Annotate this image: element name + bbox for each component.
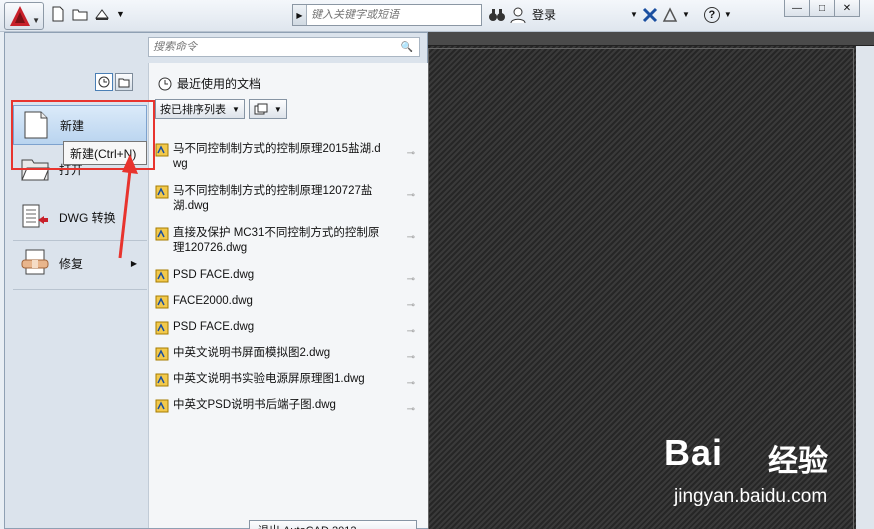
stay-connected-icon[interactable] <box>662 6 678 23</box>
autocad-logo-icon <box>10 6 30 26</box>
chevron-down-icon: ▼ <box>32 16 40 25</box>
pin-icon[interactable]: ⊸ <box>407 232 415 243</box>
recent-file-name: 中英文PSD说明书后端子图.dwg <box>173 399 336 411</box>
application-button[interactable]: ▼ <box>4 2 44 30</box>
save-icon[interactable] <box>94 6 110 22</box>
dwg-file-icon <box>155 399 169 413</box>
annotation-arrow-icon <box>118 154 138 259</box>
exit-button[interactable]: 退出 AutoCAD 2012 <box>249 520 417 529</box>
chevron-down-icon[interactable]: ▼ <box>724 10 732 19</box>
recent-file-name: PSD FACE.dwg <box>173 321 255 333</box>
sort-label: 按已排序列表 <box>160 104 226 116</box>
sort-controls: 按已排序列表 ▼ ▼ <box>155 99 287 119</box>
pin-icon[interactable]: ⊸ <box>407 190 415 201</box>
pin-icon[interactable]: ⊸ <box>407 378 415 389</box>
keyword-search-input[interactable] <box>307 9 477 21</box>
dwg-file-icon <box>155 347 169 361</box>
dwg-file-icon <box>155 269 169 283</box>
dwg-file-icon <box>155 295 169 309</box>
folder-icon <box>118 78 130 88</box>
recent-file-list: 马不同控制制方式的控制原理2015盐湖.dwg ⊸ 马不同控制制方式的控制原理1… <box>155 139 423 421</box>
close-button[interactable]: ✕ <box>834 0 860 17</box>
watermark-url: jingyan.baidu.com <box>674 486 828 507</box>
display-mode-dropdown[interactable]: ▼ <box>248 99 287 119</box>
recent-file-name: FACE2000.dwg <box>173 295 253 307</box>
recent-documents-header: 最近使用的文档 <box>157 75 261 92</box>
command-search-input[interactable] <box>149 41 399 53</box>
chevron-down-icon: ▼ <box>232 104 240 114</box>
window-controls: — □ ✕ <box>784 0 860 17</box>
chevron-down-icon[interactable]: ▼ <box>116 9 125 19</box>
maximize-button[interactable]: □ <box>809 0 835 17</box>
watermark-logo: Bai <box>664 432 724 473</box>
separator <box>13 289 147 290</box>
recent-file-item[interactable]: 中英文说明书实验电源屏原理图1.dwg ⊸ <box>155 369 423 395</box>
window-title <box>140 0 288 32</box>
exchange-icon[interactable] <box>642 7 658 23</box>
pin-icon[interactable]: ⊸ <box>407 352 415 363</box>
clock-icon <box>98 76 110 88</box>
quick-access-toolbar: ▼ <box>50 6 125 22</box>
new-file-icon[interactable] <box>50 6 66 22</box>
title-bar: ▼ ▼ ▶ 登录 ▼ ▼ ? ▼ — □ ✕ <box>0 0 874 32</box>
recent-file-name: PSD FACE.dwg <box>173 269 255 281</box>
login-label[interactable]: 登录 <box>532 6 556 23</box>
watermark-logo-cn: 经验 <box>768 445 828 478</box>
menu-item-label: DWG 转换 <box>59 210 116 225</box>
recent-file-item[interactable]: 直接及保护 MC31不同控制方式的控制原理120726.dwg ⊸ <box>155 223 423 265</box>
view-toggle <box>95 73 133 91</box>
dwg-file-icon <box>155 185 169 199</box>
recent-file-item[interactable]: FACE2000.dwg ⊸ <box>155 291 423 317</box>
recent-file-item[interactable]: 马不同控制制方式的控制原理2015盐湖.dwg ⊸ <box>155 139 423 181</box>
binoculars-icon[interactable] <box>488 7 506 23</box>
recent-file-item[interactable]: 中英文PSD说明书后端子图.dwg ⊸ <box>155 395 423 421</box>
recent-file-item[interactable]: PSD FACE.dwg ⊸ <box>155 317 423 343</box>
recent-file-name: 中英文说明书屏面模拟图2.dwg <box>173 347 331 359</box>
title-tools: 登录 ▼ ▼ ? ▼ <box>488 6 732 23</box>
pin-icon[interactable]: ⊸ <box>407 404 415 415</box>
chevron-right-icon[interactable]: ▶ <box>293 5 307 25</box>
recent-file-name: 马不同控制制方式的控制原理2015盐湖.dwg <box>173 143 381 170</box>
dwg-file-icon <box>155 143 169 157</box>
recent-file-item[interactable]: 中英文说明书屏面模拟图2.dwg ⊸ <box>155 343 423 369</box>
open-file-icon[interactable] <box>72 6 88 22</box>
dwg-file-icon <box>155 373 169 387</box>
window-icon <box>254 103 268 115</box>
chevron-down-icon[interactable]: ▼ <box>682 10 690 19</box>
clock-icon <box>158 77 172 90</box>
repair-icon <box>19 247 51 279</box>
pin-icon[interactable]: ⊸ <box>407 300 415 311</box>
recent-file-item[interactable]: PSD FACE.dwg ⊸ <box>155 265 423 291</box>
minimize-button[interactable]: — <box>784 0 810 17</box>
recent-file-name: 马不同控制制方式的控制原理120727盐湖.dwg <box>173 185 373 212</box>
dwg-file-icon <box>155 227 169 241</box>
help-icon[interactable]: ? <box>703 6 720 23</box>
chevron-down-icon[interactable]: ▼ <box>630 10 638 19</box>
recent-file-name: 直接及保护 MC31不同控制方式的控制原理120726.dwg <box>173 227 380 254</box>
open-documents-view-button[interactable] <box>115 73 133 91</box>
dwg-file-icon <box>155 321 169 335</box>
recent-documents-view-button[interactable] <box>95 73 113 91</box>
keyword-search: ▶ <box>292 4 482 26</box>
pin-icon[interactable]: ⊸ <box>407 148 415 159</box>
menu-item-label: 修复 <box>59 256 84 271</box>
dwg-convert-icon <box>19 201 51 233</box>
sort-dropdown[interactable]: 按已排序列表 ▼ <box>155 99 245 119</box>
recent-documents-title: 最近使用的文档 <box>177 77 262 91</box>
baidu-watermark: Bai 经验 jingyan.baidu.com <box>664 432 864 512</box>
command-search: 🔍 <box>148 37 420 57</box>
chevron-down-icon: ▼ <box>273 104 282 114</box>
pin-icon[interactable]: ⊸ <box>407 326 415 337</box>
pin-icon[interactable]: ⊸ <box>407 274 415 285</box>
search-icon[interactable]: 🔍 <box>399 42 415 53</box>
recent-documents-panel: 最近使用的文档 按已排序列表 ▼ ▼ 马不同控制制方式的控制原理2015盐湖.d… <box>148 63 428 529</box>
recent-file-name: 中英文说明书实验电源屏原理图1.dwg <box>173 373 365 385</box>
recent-file-item[interactable]: 马不同控制制方式的控制原理120727盐湖.dwg ⊸ <box>155 181 423 223</box>
user-icon[interactable] <box>510 7 526 23</box>
drawing-tab-bar <box>426 32 874 46</box>
